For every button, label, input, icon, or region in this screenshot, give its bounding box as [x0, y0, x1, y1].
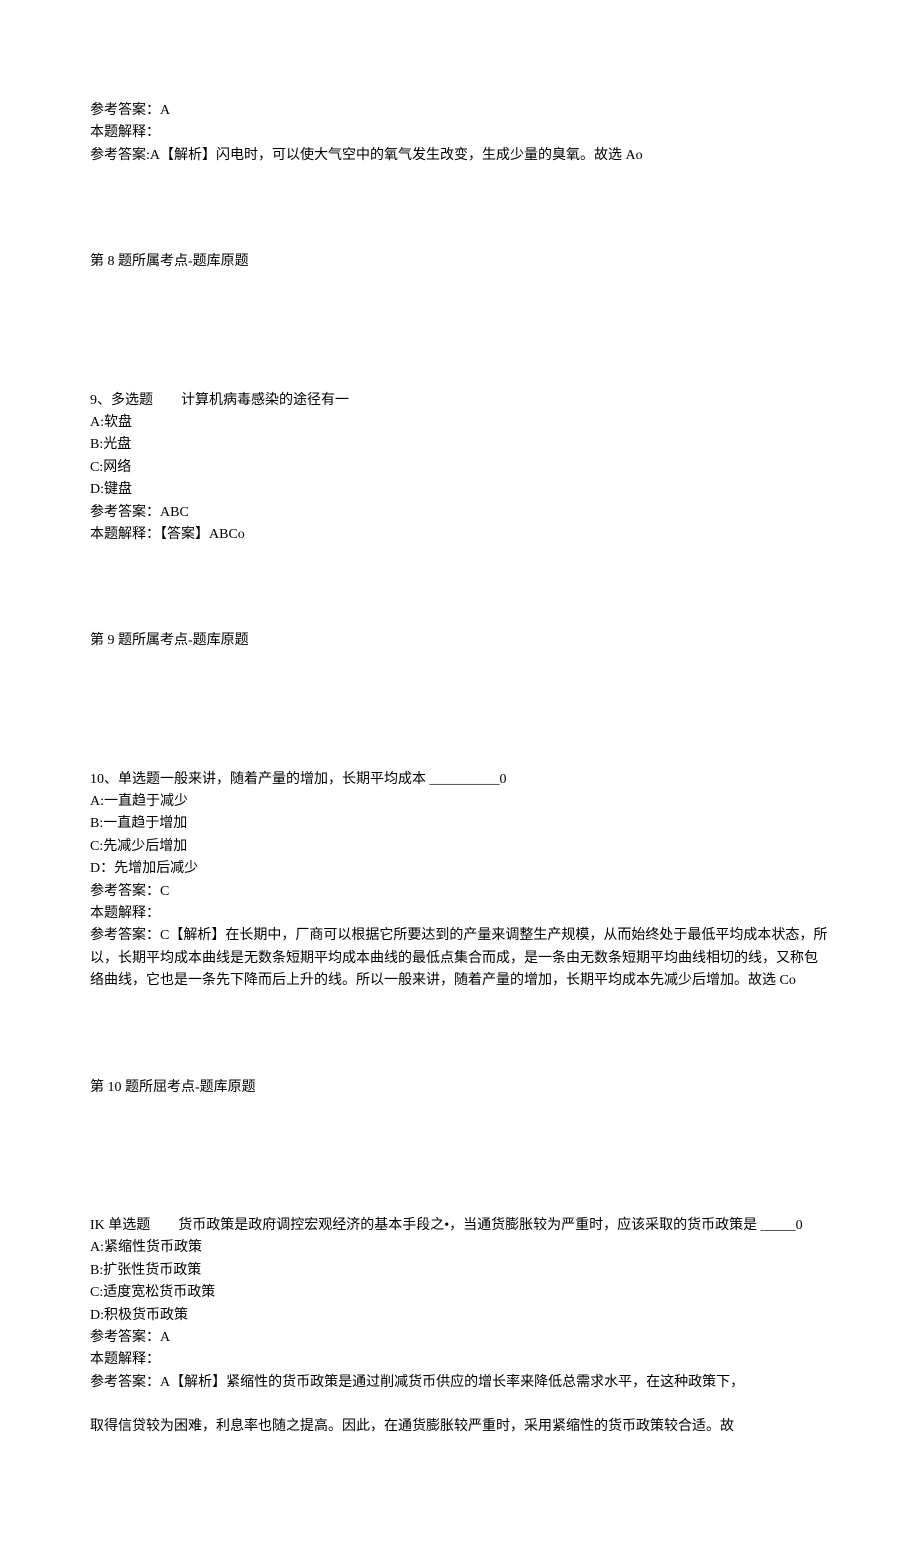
- option-b: B:光盘: [90, 434, 830, 456]
- explanation-label: 本题解释：: [90, 122, 830, 144]
- option-c: C:适度宽松货币政策: [90, 1282, 830, 1304]
- question-10-topic: 第 10 题所屈考点-题库原题: [90, 1077, 830, 1099]
- question-10: 10、单选题一般来讲，随着产量的增加，长期平均成本 __________0 A:…: [90, 769, 830, 993]
- question-9-topic: 第 9 题所属考点-题库原题: [90, 630, 830, 652]
- option-c: C:网络: [90, 457, 830, 479]
- explanation-text: 参考答案:A【解析】闪电时，可以使大气空中的氧气发生改变，生成少量的臭氧。故选 …: [90, 145, 830, 167]
- option-a: A:一直趋于减少: [90, 791, 830, 813]
- topic-label: 第 9 题所属考点-题库原题: [90, 630, 830, 652]
- question-9: 9、多选题 计算机病毒感染的途径有一 A:软盘 B:光盘 C:网络 D:键盘 参…: [90, 390, 830, 547]
- topic-label: 第 10 题所屈考点-题库原题: [90, 1077, 830, 1099]
- topic-label: 第 8 题所属考点-题库原题: [90, 251, 830, 273]
- option-a: A:紧缩性货币政策: [90, 1237, 830, 1259]
- option-b: B:一直趋于增加: [90, 813, 830, 835]
- question-11: IK 单选题 货币政策是政府调控宏观经济的基本手段之•，当通货膨胀较为严重时，应…: [90, 1215, 830, 1439]
- explanation-label: 本题解释：: [90, 1349, 830, 1371]
- question-8-tail: 参考答案：A 本题解释： 参考答案:A【解析】闪电时，可以使大气空中的氧气发生改…: [90, 100, 830, 167]
- option-d: D:键盘: [90, 479, 830, 501]
- option-a: A:软盘: [90, 412, 830, 434]
- explanation-text: 本题解释：【答案】ABCo: [90, 524, 830, 546]
- option-d: D：先增加后减少: [90, 858, 830, 880]
- explanation-text-continued: 取得信贷较为困难，利息率也随之提高。因此，在通货膨胀较严重时，采用紧缩性的货币政…: [90, 1416, 830, 1438]
- question-8-topic: 第 8 题所属考点-题库原题: [90, 251, 830, 273]
- reference-answer: 参考答案：A: [90, 1327, 830, 1349]
- option-d: D:积极货币政策: [90, 1305, 830, 1327]
- explanation-label: 本题解释：: [90, 903, 830, 925]
- question-stem: 10、单选题一般来讲，随着产量的增加，长期平均成本 __________0: [90, 769, 830, 791]
- option-b: B:扩张性货币政策: [90, 1260, 830, 1282]
- question-stem: 9、多选题 计算机病毒感染的途径有一: [90, 390, 830, 412]
- reference-answer: 参考答案：ABC: [90, 502, 830, 524]
- question-stem: IK 单选题 货币政策是政府调控宏观经济的基本手段之•，当通货膨胀较为严重时，应…: [90, 1215, 830, 1237]
- explanation-text: 参考答案：A【解析】紧缩性的货币政策是通过削减货币供应的增长率来降低总需求水平，…: [90, 1372, 830, 1394]
- option-c: C:先减少后增加: [90, 836, 830, 858]
- explanation-text: 参考答案：C【解析】在长期中，厂商可以根据它所要达到的产量来调整生产规模，从而始…: [90, 925, 830, 992]
- reference-answer: 参考答案：C: [90, 881, 830, 903]
- reference-answer: 参考答案：A: [90, 100, 830, 122]
